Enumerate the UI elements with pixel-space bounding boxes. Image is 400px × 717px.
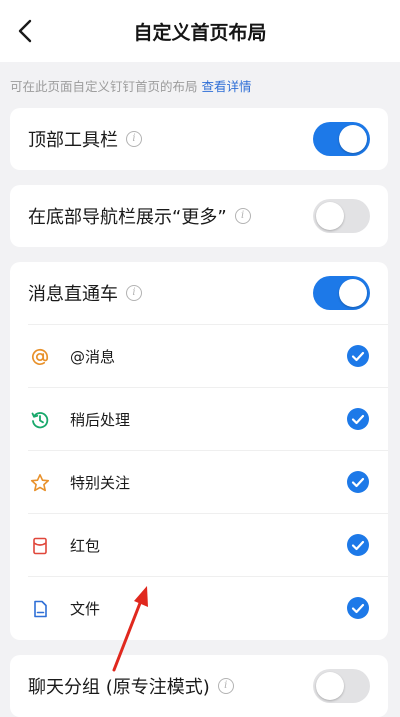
item-label: 红包 (70, 537, 101, 555)
clock-icon (31, 412, 49, 429)
row-bottom-more: 在底部导航栏展示“更多” i (10, 185, 388, 247)
toggle-knob (339, 125, 367, 153)
item-label: 特别关注 (70, 474, 131, 492)
card-chat-group: 聊天分组 (原专注模式) i (10, 655, 388, 717)
info-icon[interactable]: i (126, 285, 142, 301)
chat-group-toggle[interactable] (313, 669, 370, 703)
row-top-toolbar: 顶部工具栏 i (10, 108, 388, 170)
list-item-at-message[interactable]: @消息 (28, 324, 388, 388)
row-chat-group: 聊天分组 (原专注模式) i (10, 655, 388, 717)
item-label: 文件 (70, 600, 101, 618)
item-label: @消息 (70, 348, 116, 366)
checkmark-icon[interactable] (347, 345, 369, 367)
at-icon (31, 348, 49, 365)
top-toolbar-toggle[interactable] (313, 122, 370, 156)
red-envelope-icon (33, 537, 47, 555)
card-bottom-more: 在底部导航栏展示“更多” i (10, 185, 388, 247)
card-message-bus: 消息直通车 i @消息 稍后处理 特别关注 红包 文件 (10, 262, 388, 640)
checkmark-icon[interactable] (347, 597, 369, 619)
page-title: 自定义首页布局 (133, 22, 267, 44)
view-details-link[interactable]: 查看详情 (202, 79, 252, 94)
nav-header: 自定义首页布局 (0, 0, 400, 62)
card-top-toolbar: 顶部工具栏 i (10, 108, 388, 170)
checkmark-icon[interactable] (347, 471, 369, 493)
item-label: 稍后处理 (70, 411, 131, 429)
checkmark-icon[interactable] (347, 534, 369, 556)
bottom-more-toggle[interactable] (313, 199, 370, 233)
message-bus-toggle[interactable] (313, 276, 370, 310)
toggle-knob (339, 279, 367, 307)
bottom-more-label: 在底部导航栏展示“更多” (28, 207, 227, 228)
list-item-special-follow[interactable]: 特别关注 (28, 450, 388, 514)
hint-description: 可在此页面自定义钉钉首页的布局 (10, 79, 198, 94)
checkmark-icon[interactable] (347, 408, 369, 430)
info-icon[interactable]: i (234, 208, 251, 224)
file-icon (34, 600, 47, 618)
row-message-bus: 消息直通车 i (10, 262, 388, 324)
toggle-knob (316, 202, 344, 230)
message-bus-label: 消息直通车 (28, 284, 118, 305)
list-item-red-envelope[interactable]: 红包 (28, 513, 388, 577)
top-toolbar-label: 顶部工具栏 (28, 130, 118, 151)
chat-group-label: 聊天分组 (原专注模式) (28, 677, 210, 698)
info-icon[interactable]: i (126, 131, 142, 147)
list-item-later[interactable]: 稍后处理 (28, 387, 388, 451)
hint-text: 可在此页面自定义钉钉首页的布局 查看详情 (10, 76, 252, 95)
star-icon (30, 473, 50, 492)
list-item-file[interactable]: 文件 (28, 576, 388, 640)
info-icon[interactable]: i (217, 678, 234, 694)
toggle-knob (316, 672, 344, 700)
